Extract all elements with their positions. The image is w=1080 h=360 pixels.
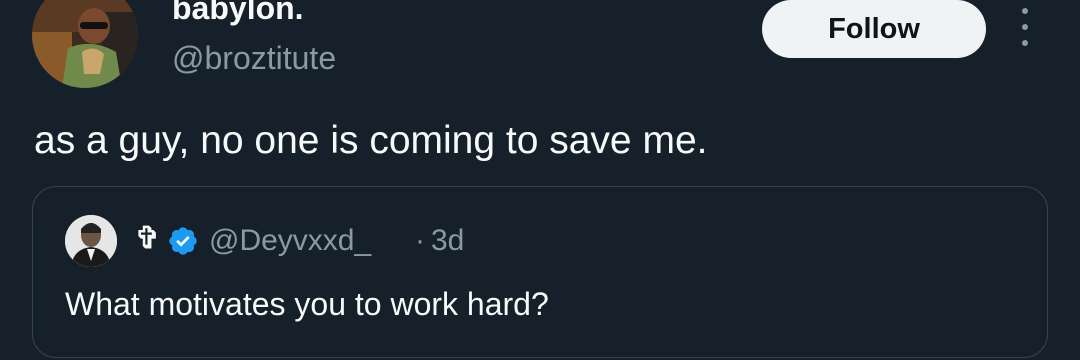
follow-button[interactable]: Follow (762, 0, 986, 58)
tweet-text: as a guy, no one is coming to save me. (34, 119, 708, 162)
quoted-tweet-text: What motivates you to work hard? (65, 286, 549, 322)
more-options-button[interactable] (1008, 8, 1042, 46)
quoted-tweet-timestamp[interactable]: 3d (431, 221, 464, 261)
author-avatar-image (32, 0, 138, 88)
quoted-tweet-card[interactable]: ✞ @Deyvxxd_ · 3d What motivates you to w… (32, 186, 1048, 358)
quoted-author-avatar[interactable] (65, 215, 117, 267)
quoted-author-handle[interactable]: @Deyvxxd_ (209, 221, 371, 261)
author-avatar[interactable] (32, 0, 138, 88)
verified-badge-icon (169, 227, 197, 255)
meta-separator: · (415, 224, 425, 257)
author-handle[interactable]: @broztitute (172, 38, 336, 78)
author-display-name[interactable]: babylon. (172, 0, 304, 28)
more-vertical-icon (1022, 8, 1028, 14)
more-vertical-icon-dot (1022, 24, 1028, 30)
more-vertical-icon-dot (1022, 40, 1028, 46)
quoted-author-display-name[interactable]: ✞ (135, 219, 160, 259)
quoted-author-avatar-image (65, 215, 117, 267)
